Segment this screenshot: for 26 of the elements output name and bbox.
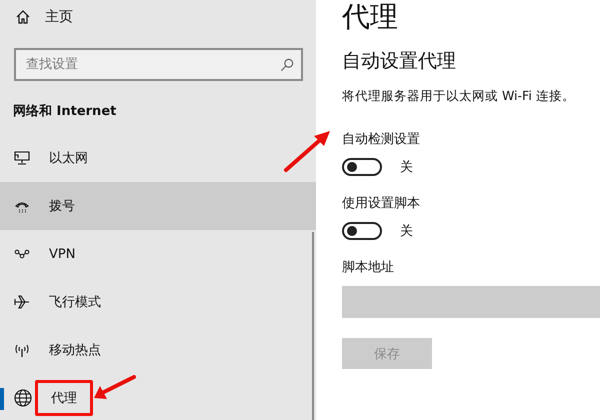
nav-item[interactable]: 移动热点 [0,326,316,374]
section-heading: 网络和 Internet [12,103,118,121]
scrollbar[interactable] [312,232,314,420]
setting-label: 使用设置脚本 [342,196,420,211]
nav-item[interactable]: 拨号 [0,182,316,230]
toggle-state: 关 [400,223,413,240]
home-icon [15,9,31,25]
home-link[interactable]: 主页 [0,0,316,34]
section-heading: 自动设置代理 [342,49,457,74]
nav-item[interactable]: 代理 [0,374,316,420]
search-icon [280,58,294,72]
toggle-state: 关 [400,159,413,176]
toggle-switch[interactable] [342,158,382,176]
search-field[interactable]: 查找设置 [14,48,303,81]
toggle-switch[interactable] [342,222,382,240]
airplane-icon [14,294,30,310]
page-title: 代理 [342,0,399,35]
nav-item[interactable]: 以太网 [0,134,316,182]
nav-item[interactable]: 飞行模式 [0,278,316,326]
description-text: 将代理服务器用于以太网或 Wi-Fi 连接。 [342,88,576,105]
setting-label: 自动检测设置 [342,132,420,147]
monitor-icon [14,150,30,166]
nav-item[interactable]: VPN [0,230,316,278]
antenna-icon [14,342,30,358]
globe-icon [14,389,32,407]
field-label: 脚本地址 [342,259,395,277]
